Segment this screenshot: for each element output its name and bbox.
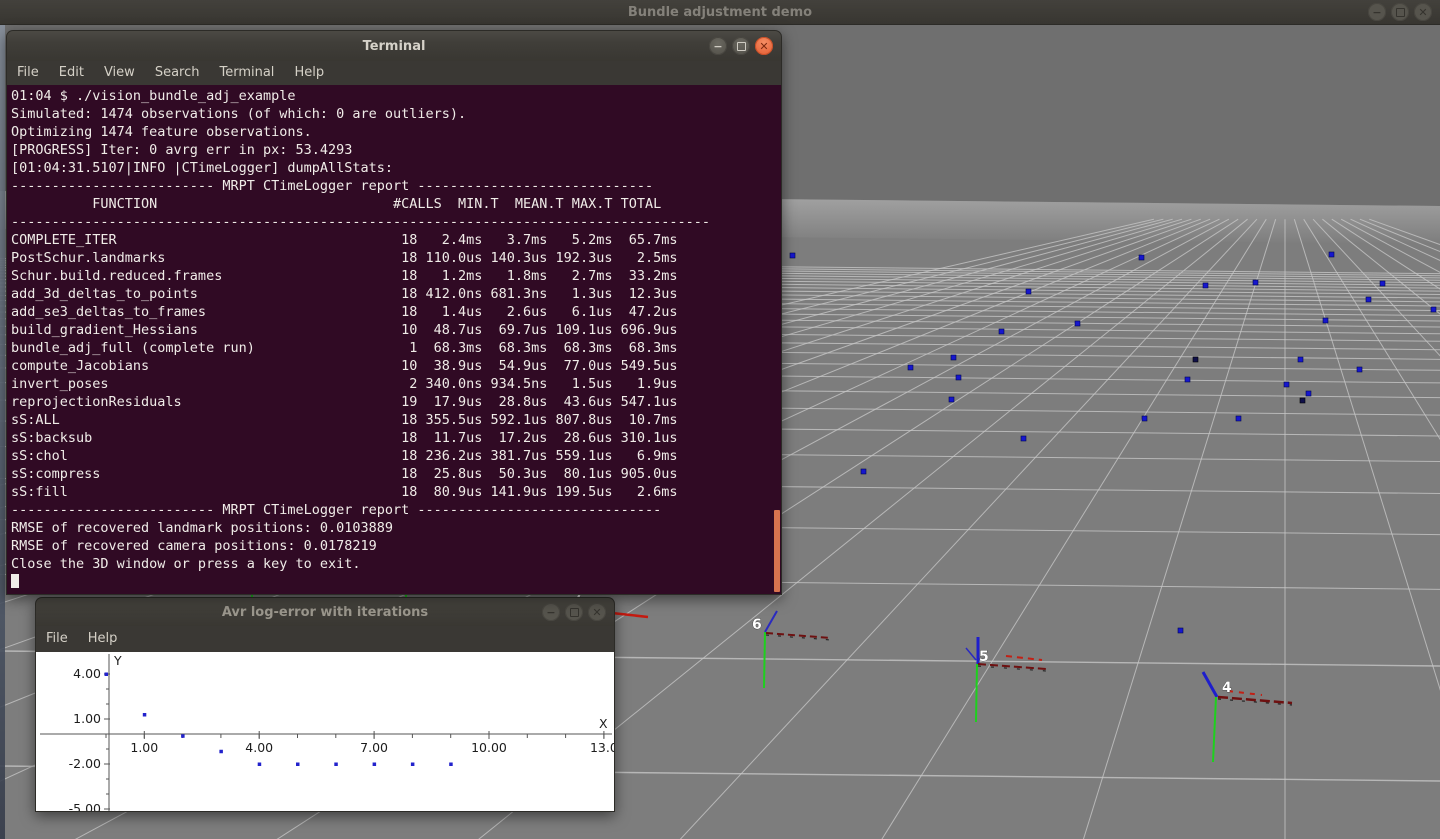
svg-text:Y: Y xyxy=(113,653,122,668)
terminal-menu-view[interactable]: View xyxy=(94,61,145,85)
main-close-button[interactable]: ✕ xyxy=(1414,3,1432,21)
x-tick-label: 10.00 xyxy=(471,740,507,755)
y-tick-label: 4.00 xyxy=(73,666,101,681)
data-point xyxy=(143,713,147,717)
landmark-point xyxy=(1185,377,1190,382)
plot-menu-file[interactable]: File xyxy=(36,627,78,651)
landmark-point xyxy=(1253,280,1258,285)
data-point xyxy=(181,734,185,738)
landmark-point xyxy=(861,469,866,474)
data-point xyxy=(296,763,300,767)
landmark-point xyxy=(1236,416,1241,421)
data-point xyxy=(449,763,453,767)
terminal-body[interactable]: 01:04 $ ./vision_bundle_adj_example Simu… xyxy=(6,85,782,595)
landmark-point xyxy=(1306,391,1311,396)
terminal-menu-search[interactable]: Search xyxy=(145,61,210,85)
landmark-point xyxy=(908,365,913,370)
landmark-point xyxy=(949,397,954,402)
terminal-maximize-button[interactable] xyxy=(732,37,750,55)
landmark-point xyxy=(1357,367,1362,372)
terminal-menu-edit[interactable]: Edit xyxy=(49,61,94,85)
landmark-point xyxy=(1323,318,1328,323)
plot-menu-help[interactable]: Help xyxy=(78,627,128,651)
main-window-title: Bundle adjustment demo xyxy=(628,5,812,20)
x-tick-label: 13.0 xyxy=(590,740,615,755)
x-tick-label: 1.00 xyxy=(130,740,158,755)
plot-close-button[interactable]: ✕ xyxy=(588,603,606,621)
landmark-point xyxy=(951,355,956,360)
landmark-point xyxy=(1431,307,1436,312)
desktop: 7654 Bundle adjustment demo − ✕ Terminal… xyxy=(0,0,1440,839)
landmark-point xyxy=(956,375,961,380)
landmark-point xyxy=(1026,289,1031,294)
data-point xyxy=(258,763,262,767)
camera-label-5: 5 xyxy=(979,649,989,665)
x-tick-label: 7.00 xyxy=(360,740,388,755)
plot-titlebar[interactable]: Avr log-error with iterations − ✕ xyxy=(35,597,615,626)
svg-text:X: X xyxy=(599,716,608,731)
x-tick-label: 4.00 xyxy=(245,740,273,755)
plot-minimize-button[interactable]: − xyxy=(542,603,560,621)
landmark-point xyxy=(1075,321,1080,326)
landmark-point xyxy=(1021,436,1026,441)
terminal-scrollbar-thumb[interactable] xyxy=(774,510,780,592)
camera-label-4: 4 xyxy=(1222,680,1232,696)
data-point xyxy=(411,763,415,767)
landmark-point xyxy=(1329,252,1334,257)
terminal-window: Terminal − ✕ FileEditViewSearchTerminalH… xyxy=(6,30,782,595)
y-tick-label: 1.00 xyxy=(73,711,101,726)
terminal-menu-help[interactable]: Help xyxy=(284,61,334,85)
main-minimize-button[interactable]: − xyxy=(1368,3,1386,21)
y-tick-label: -5.00 xyxy=(69,801,101,812)
landmark-point-dark xyxy=(1193,357,1198,362)
main-window-titlebar[interactable]: Bundle adjustment demo − ✕ xyxy=(0,0,1440,25)
landmark-point xyxy=(790,253,795,258)
plot-menubar: FileHelp xyxy=(35,626,615,652)
landmark-point-dark xyxy=(1300,398,1305,403)
camera-label-6: 6 xyxy=(752,617,762,633)
data-point xyxy=(373,763,377,767)
landmark-point xyxy=(1284,382,1289,387)
terminal-output: 01:04 $ ./vision_bundle_adj_example Simu… xyxy=(7,85,781,593)
plot-maximize-button[interactable] xyxy=(565,603,583,621)
landmark-point xyxy=(1366,297,1371,302)
main-maximize-button[interactable] xyxy=(1391,3,1409,21)
terminal-menu-terminal[interactable]: Terminal xyxy=(209,61,284,85)
terminal-titlebar[interactable]: Terminal − ✕ xyxy=(6,30,782,61)
plot-window: Avr log-error with iterations − ✕ FileHe… xyxy=(35,597,615,812)
landmark-point xyxy=(999,329,1004,334)
y-tick-label: -2.00 xyxy=(69,756,101,771)
landmark-point xyxy=(1298,357,1303,362)
data-point xyxy=(105,673,109,677)
terminal-menu-file[interactable]: File xyxy=(7,61,49,85)
terminal-cursor xyxy=(11,574,19,588)
terminal-title: Terminal xyxy=(363,39,426,54)
data-point xyxy=(334,763,338,767)
plot-canvas: Y X 1.00 4.00 7.00 10.00 13.0 4.00 1.00 -2.00 -5.0… xyxy=(35,652,615,812)
landmark-point xyxy=(1139,255,1144,260)
landmark-point xyxy=(1380,281,1385,286)
terminal-minimize-button[interactable]: − xyxy=(709,37,727,55)
terminal-close-button[interactable]: ✕ xyxy=(755,37,773,55)
data-point xyxy=(219,750,223,754)
landmark-point xyxy=(1142,416,1147,421)
terminal-menubar: FileEditViewSearchTerminalHelp xyxy=(6,61,782,85)
landmark-point xyxy=(1203,283,1208,288)
plot-title: Avr log-error with iterations xyxy=(222,605,428,620)
landmark-point xyxy=(1178,628,1183,633)
